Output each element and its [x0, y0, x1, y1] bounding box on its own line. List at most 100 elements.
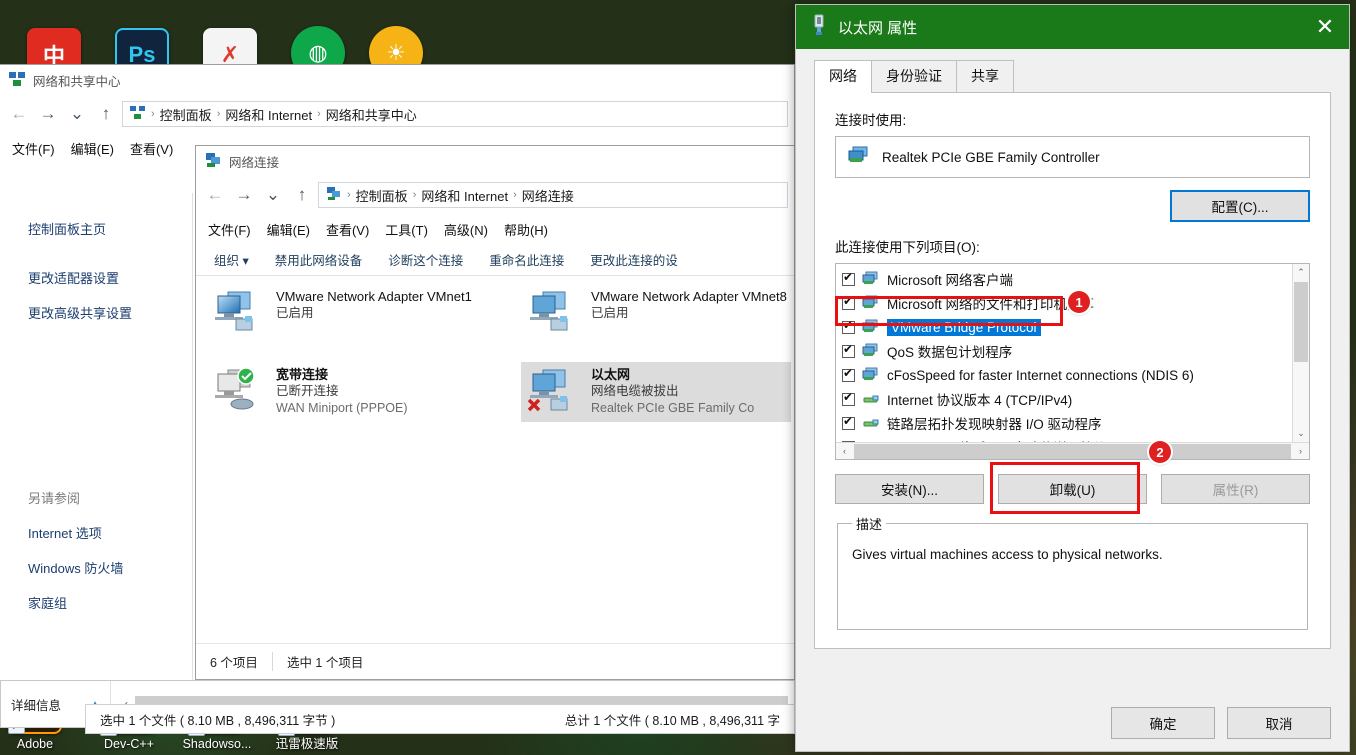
- adapter-state: 已启用: [591, 306, 629, 320]
- list-item[interactable]: VMware Network Adapter VMnet8 已启用: [521, 284, 811, 344]
- breadcrumb-item-2[interactable]: 网络和 Internet: [225, 105, 312, 124]
- command-disable-device[interactable]: 禁用此网络设备: [275, 250, 363, 269]
- menu-help[interactable]: 帮助(H): [504, 220, 548, 239]
- scroll-up-arrow[interactable]: ⌃: [1293, 264, 1309, 281]
- sidebar-item-windows-firewall[interactable]: Windows 防火墙: [0, 550, 192, 585]
- network-adapter-icon: [527, 288, 581, 340]
- navigation-bar: ← → ⌄ ↑ › 控制面板 › 网络和 Internet › 网络连接: [196, 176, 794, 214]
- uninstall-button[interactable]: 卸载(U): [998, 474, 1147, 504]
- breadcrumb[interactable]: › 控制面板 › 网络和 Internet › 网络连接: [318, 182, 788, 208]
- close-icon[interactable]: ✕: [1301, 5, 1349, 49]
- annotation-badge-2: 2: [1149, 441, 1171, 463]
- list-item[interactable]: Internet 协议版本 4 (TCP/IPv4): [836, 387, 1309, 411]
- menu-edit[interactable]: 编辑(E): [267, 220, 310, 239]
- adapter-list: VMware Network Adapter VMnet1 已启用 VMware…: [196, 278, 794, 643]
- description-text: Gives virtual machines access to physica…: [852, 547, 1163, 562]
- forward-button[interactable]: →: [35, 101, 61, 127]
- checkbox[interactable]: [842, 414, 855, 430]
- up-button[interactable]: ↑: [93, 101, 119, 127]
- checkbox[interactable]: [842, 342, 855, 358]
- checkbox[interactable]: [842, 318, 855, 334]
- adapter-name: 以太网: [591, 367, 631, 382]
- scroll-left-arrow[interactable]: ‹: [836, 446, 853, 456]
- ok-button[interactable]: 确定: [1111, 707, 1215, 739]
- tab-authentication[interactable]: 身份验证: [871, 60, 957, 92]
- items-label: 此连接使用下列项目(O):: [835, 240, 980, 255]
- recent-locations-button[interactable]: ⌄: [64, 101, 90, 127]
- menu-view[interactable]: 查看(V): [130, 139, 173, 158]
- list-item-ethernet[interactable]: 以太网 网络电缆被拔出 Realtek PCIe GBE Family Co: [521, 362, 791, 422]
- scroll-down-arrow[interactable]: ⌄: [1293, 425, 1309, 442]
- desktop-icon-label: Shadowso...: [182, 737, 252, 751]
- breadcrumb-item-1[interactable]: 控制面板: [356, 186, 408, 205]
- total-files-status: 总计 1 个文件 ( 8.10 MB , 8,496,311 字: [564, 713, 780, 728]
- up-button[interactable]: ↑: [289, 182, 315, 208]
- command-organize[interactable]: 组织 ▾: [214, 250, 249, 269]
- tab-sharing[interactable]: 共享: [956, 60, 1014, 92]
- checkbox[interactable]: [842, 270, 855, 286]
- protocol-icon: [862, 391, 880, 408]
- checkbox[interactable]: [842, 294, 855, 310]
- list-item[interactable]: 宽带连接 已断开连接 WAN Miniport (PPPOE): [206, 362, 496, 422]
- sidebar-item-control-panel-home[interactable]: 控制面板主页: [0, 211, 192, 246]
- install-button[interactable]: 安装(N)...: [835, 474, 984, 504]
- scroll-thumb[interactable]: [1294, 282, 1308, 362]
- breadcrumb-separator: ›: [317, 108, 321, 120]
- annotation-badge-1: 1: [1068, 291, 1090, 313]
- menu-tools[interactable]: 工具(T): [385, 220, 428, 239]
- desktop-icon-label: Adobe: [16, 737, 54, 751]
- tab-network[interactable]: 网络: [814, 60, 872, 93]
- command-diagnose[interactable]: 诊断这个连接: [388, 250, 463, 269]
- back-button[interactable]: ←: [202, 182, 228, 208]
- checkbox[interactable]: [842, 366, 855, 382]
- breadcrumb-item-1[interactable]: 控制面板: [160, 105, 212, 124]
- sidebar-item-change-adapter-settings[interactable]: 更改适配器设置: [0, 260, 192, 295]
- sidebar-item-homegroup[interactable]: 家庭组: [0, 585, 192, 620]
- network-tab-panel: 连接时使用: Realtek PCIe GBE Family Controlle…: [814, 93, 1331, 649]
- command-rename[interactable]: 重命名此连接: [489, 250, 564, 269]
- ethernet-properties-dialog: 以太网 属性 ✕ 网络 身份验证 共享 连接时使用: Realtek PCIe …: [795, 4, 1350, 752]
- menu-file[interactable]: 文件(F): [12, 139, 55, 158]
- sidebar-item-change-advanced-sharing[interactable]: 更改高级共享设置: [0, 295, 192, 330]
- cancel-button[interactable]: 取消: [1227, 707, 1331, 739]
- explorer-status-strip: 选中 1 个文件 ( 8.10 MB , 8,496,311 字节 ) 总计 1…: [85, 704, 795, 734]
- ethernet-adapter-icon: [810, 14, 828, 41]
- selection-count: 选中 1 个项目: [271, 652, 377, 671]
- breadcrumb[interactable]: › 控制面板 › 网络和 Internet › 网络和共享中心: [122, 101, 788, 127]
- horizontal-scrollbar[interactable]: ‹ ›: [836, 442, 1309, 459]
- back-button[interactable]: ←: [6, 101, 32, 127]
- checkbox[interactable]: [842, 390, 855, 406]
- menu-edit[interactable]: 编辑(E): [71, 139, 114, 158]
- network-connections-window: 网络连接 ← → ⌄ ↑ › 控制面板 › 网络和 Internet › 网络连…: [195, 145, 795, 680]
- scroll-thumb[interactable]: [854, 443, 1291, 459]
- adapter-name: VMware Network Adapter VMnet1: [276, 289, 472, 304]
- menu-advanced[interactable]: 高级(N): [444, 220, 488, 239]
- vertical-scrollbar[interactable]: ⌃ ⌄: [1292, 264, 1309, 442]
- adapter-name: VMware Network Adapter VMnet8: [591, 289, 787, 304]
- sidebar-item-internet-options[interactable]: Internet 选项: [0, 515, 192, 550]
- recent-locations-button[interactable]: ⌄: [260, 182, 286, 208]
- list-item[interactable]: 链路层拓扑发现映射器 I/O 驱动程序: [836, 411, 1309, 435]
- forward-button[interactable]: →: [231, 182, 257, 208]
- list-item[interactable]: Microsoft 网络客户端: [836, 267, 1309, 291]
- breadcrumb-item-3[interactable]: 网络和共享中心: [326, 105, 417, 124]
- sidebar: 控制面板主页 更改适配器设置 更改高级共享设置 另请参阅 Internet 选项…: [0, 193, 193, 683]
- command-change-settings[interactable]: 更改此连接的设: [590, 250, 678, 269]
- client-icon: [862, 367, 880, 384]
- configure-button[interactable]: 配置(C)...: [1170, 190, 1310, 222]
- list-item[interactable]: cFosSpeed for faster Internet connection…: [836, 363, 1309, 387]
- menu-file[interactable]: 文件(F): [208, 220, 251, 239]
- list-item[interactable]: QoS 数据包计划程序: [836, 339, 1309, 363]
- breadcrumb-item-2[interactable]: 网络和 Internet: [421, 186, 508, 205]
- window-titlebar: 网络连接: [196, 146, 794, 176]
- dialog-titlebar: 以太网 属性 ✕: [796, 5, 1349, 49]
- connect-using-label: 连接时使用:: [835, 113, 907, 128]
- list-item-vmware-bridge[interactable]: VMware Bridge Protocol: [836, 315, 1309, 339]
- scroll-right-arrow[interactable]: ›: [1292, 446, 1309, 456]
- menu-view[interactable]: 查看(V): [326, 220, 369, 239]
- ethernet-adapter-icon: [527, 366, 581, 418]
- list-item[interactable]: VMware Network Adapter VMnet1 已启用: [206, 284, 496, 344]
- adapter-state: 已断开连接: [276, 384, 339, 398]
- see-also-heading: 另请参阅: [28, 491, 81, 506]
- breadcrumb-item-3[interactable]: 网络连接: [522, 186, 574, 205]
